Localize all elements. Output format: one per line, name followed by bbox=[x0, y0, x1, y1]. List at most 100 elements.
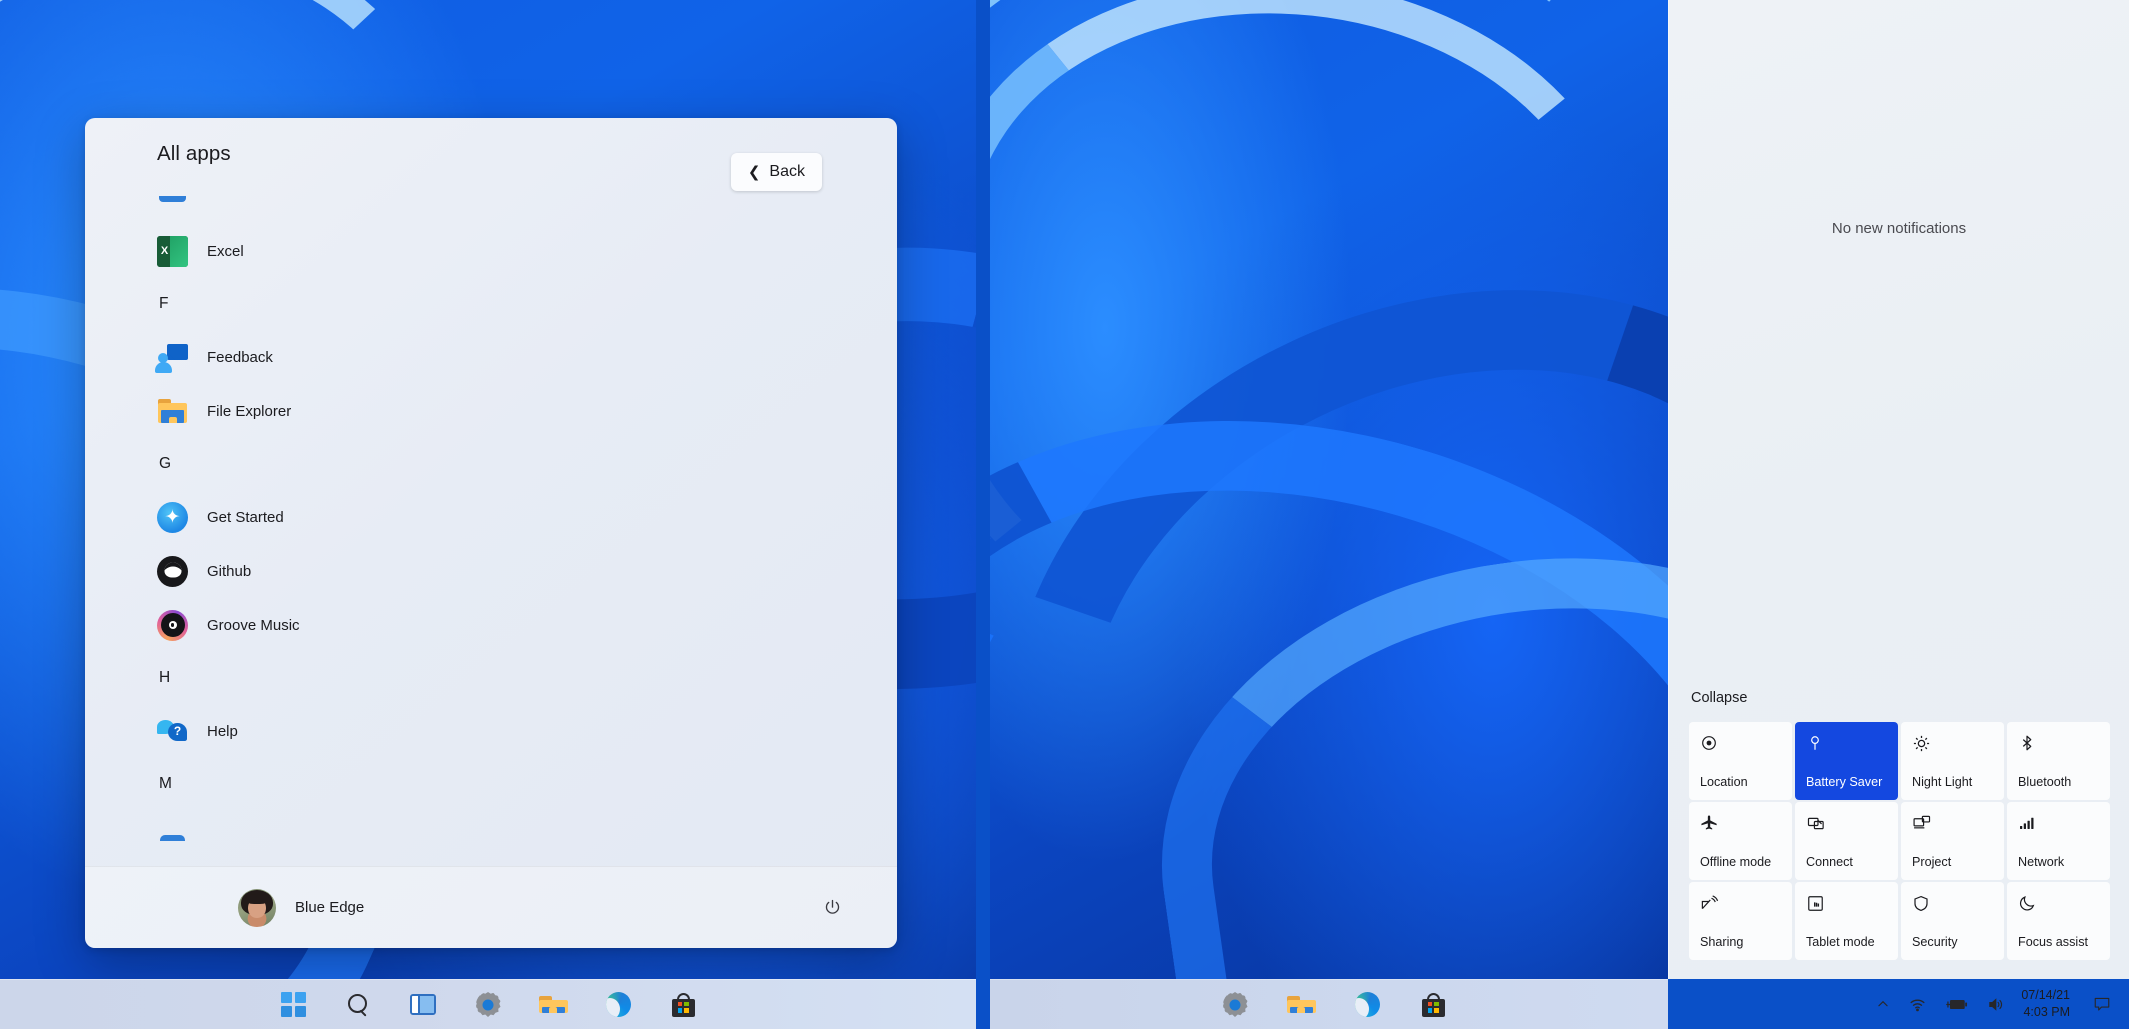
network-button[interactable] bbox=[1899, 984, 1936, 1024]
chevron-up-icon bbox=[1878, 1000, 1888, 1007]
groove-music-icon bbox=[157, 609, 188, 641]
chat-bubble-icon bbox=[2094, 997, 2110, 1011]
quick-tile-label: Location bbox=[1700, 775, 1748, 790]
clipped-app-icon bbox=[157, 833, 188, 841]
list-item[interactable]: Github bbox=[137, 544, 875, 598]
clipped-app-icon bbox=[157, 196, 188, 202]
edge-icon bbox=[605, 992, 631, 1017]
search-icon bbox=[346, 993, 370, 1017]
list-item[interactable]: Feedback bbox=[137, 330, 875, 384]
quick-settings-grid: Location Battery Saver Night Light Bluet… bbox=[1689, 722, 2110, 960]
tray-time: 4:03 PM bbox=[2023, 1005, 2070, 1019]
edge-button[interactable] bbox=[1347, 985, 1387, 1025]
start-menu-all-apps-panel: All apps ❮ Back Excel F bbox=[85, 118, 897, 948]
night-light-icon bbox=[1912, 734, 1993, 758]
app-label: Groove Music bbox=[207, 616, 300, 634]
quick-tile-label: Sharing bbox=[1700, 935, 1744, 950]
quick-tile-security[interactable]: Security bbox=[1901, 882, 2004, 960]
store-icon bbox=[671, 992, 695, 1017]
taskbar-secondary bbox=[990, 979, 1668, 1029]
file-explorer-button[interactable] bbox=[1281, 985, 1321, 1025]
back-button-label: Back bbox=[769, 163, 805, 180]
list-item-partial[interactable] bbox=[137, 810, 875, 864]
volume-button[interactable] bbox=[1977, 984, 2014, 1024]
list-item-partial[interactable] bbox=[137, 196, 875, 224]
battery-saver-icon bbox=[1806, 734, 1887, 758]
settings-button[interactable] bbox=[1215, 985, 1255, 1025]
settings-button[interactable] bbox=[468, 985, 508, 1025]
section-header: F bbox=[159, 295, 169, 312]
quick-tile-location[interactable]: Location bbox=[1689, 722, 1792, 800]
start-button[interactable] bbox=[273, 985, 313, 1025]
quick-tile-label: Bluetooth bbox=[2018, 775, 2072, 790]
task-view-button[interactable] bbox=[403, 985, 443, 1025]
airplane-icon bbox=[1700, 814, 1781, 838]
notifications-button[interactable] bbox=[2083, 984, 2121, 1024]
folder-icon bbox=[538, 993, 569, 1017]
task-view-icon bbox=[410, 994, 436, 1015]
section-header: G bbox=[159, 455, 172, 472]
quick-tile-tablet-mode[interactable]: Tablet mode bbox=[1795, 882, 1898, 960]
tablet-mode-icon bbox=[1806, 894, 1887, 918]
microsoft-store-button[interactable] bbox=[663, 985, 703, 1025]
avatar bbox=[238, 888, 276, 927]
user-account-button[interactable]: Blue Edge bbox=[225, 882, 377, 934]
store-icon bbox=[1421, 992, 1445, 1017]
github-icon bbox=[157, 555, 188, 587]
quick-tile-sharing[interactable]: Sharing bbox=[1689, 882, 1792, 960]
action-center-panel: No new notifications Collapse Location B… bbox=[1668, 0, 2129, 979]
app-label: Github bbox=[207, 562, 252, 580]
back-button[interactable]: ❮ Back bbox=[730, 153, 822, 191]
gear-icon bbox=[1222, 992, 1248, 1017]
bluetooth-icon bbox=[2018, 734, 2099, 758]
quick-tile-label: Project bbox=[1912, 855, 1952, 870]
windows-start-icon bbox=[280, 992, 306, 1017]
quick-tile-connect[interactable]: Connect bbox=[1795, 802, 1898, 880]
clock[interactable]: 07/14/21 4:03 PM bbox=[2014, 987, 2081, 1021]
quick-tile-project[interactable]: Project bbox=[1901, 802, 2004, 880]
power-button[interactable] bbox=[815, 891, 849, 925]
search-button[interactable] bbox=[338, 985, 378, 1025]
taskbar-primary bbox=[0, 979, 976, 1029]
quick-tile-label: Connect bbox=[1806, 855, 1853, 870]
file-explorer-button[interactable] bbox=[533, 985, 573, 1025]
quick-tile-label: Tablet mode bbox=[1806, 935, 1875, 950]
quick-tile-battery-saver[interactable]: Battery Saver bbox=[1795, 722, 1898, 800]
quick-tile-label: Network bbox=[2018, 855, 2065, 870]
list-item[interactable]: File Explorer bbox=[137, 384, 875, 438]
section-header: H bbox=[159, 669, 171, 686]
all-apps-list[interactable]: Excel F Feedback File Explorer G bbox=[85, 196, 897, 866]
wifi-icon bbox=[1910, 999, 1925, 1011]
microsoft-store-button[interactable] bbox=[1413, 985, 1453, 1025]
quick-tile-label: Security bbox=[1912, 935, 1958, 950]
no-notifications-text: No new notifications bbox=[1831, 220, 1967, 237]
quick-tile-bluetooth[interactable]: Bluetooth bbox=[2007, 722, 2110, 800]
battery-charging-icon bbox=[1946, 999, 1968, 1009]
folder-icon bbox=[1286, 993, 1317, 1017]
list-item[interactable]: Get Started bbox=[137, 490, 875, 544]
collapse-button[interactable]: Collapse bbox=[1691, 690, 1747, 706]
quick-tile-label: Focus assist bbox=[2018, 935, 2088, 950]
moon-icon bbox=[2018, 894, 2099, 918]
speaker-icon bbox=[1989, 997, 2003, 1011]
app-label: Help bbox=[207, 722, 238, 740]
show-hidden-icons-button[interactable] bbox=[1867, 984, 1899, 1024]
chevron-left-icon: ❮ bbox=[747, 163, 761, 181]
edge-button[interactable] bbox=[598, 985, 638, 1025]
list-item[interactable]: Groove Music bbox=[137, 598, 875, 652]
battery-button[interactable] bbox=[1936, 984, 1977, 1024]
quick-tile-offline-mode[interactable]: Offline mode bbox=[1689, 802, 1792, 880]
quick-tile-label: Battery Saver bbox=[1806, 775, 1883, 790]
page-title: All apps bbox=[157, 142, 231, 165]
list-item[interactable]: Help bbox=[137, 704, 875, 758]
feedback-hub-icon bbox=[155, 342, 188, 373]
quick-tile-night-light[interactable]: Night Light bbox=[1901, 722, 2004, 800]
quick-tile-focus-assist[interactable]: Focus assist bbox=[2007, 882, 2110, 960]
get-started-icon bbox=[157, 501, 188, 533]
location-icon bbox=[1700, 734, 1781, 758]
desktop-wallpaper-secondary bbox=[990, 0, 1668, 979]
quick-tile-network[interactable]: Network bbox=[2007, 802, 2110, 880]
project-icon bbox=[1912, 814, 1993, 838]
app-label: Feedback bbox=[207, 348, 273, 366]
list-item[interactable]: Excel bbox=[137, 224, 875, 278]
